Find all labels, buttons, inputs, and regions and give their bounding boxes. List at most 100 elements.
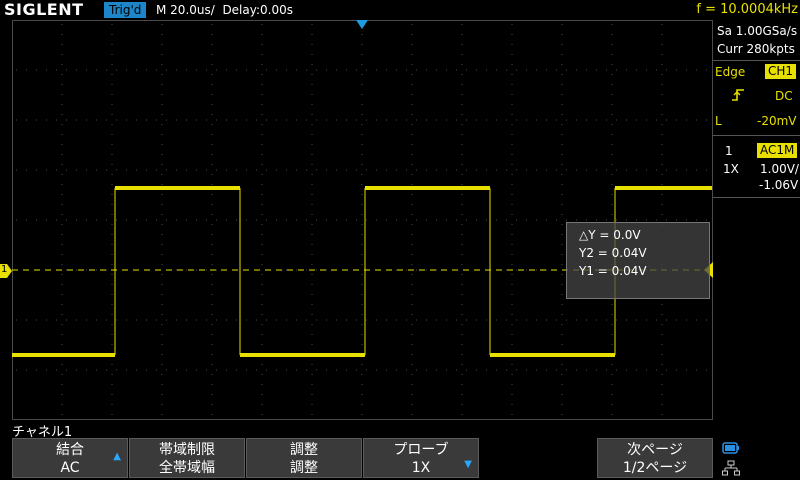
grid-dot — [511, 284, 513, 285]
adjust-button[interactable]: 調整 調整 — [246, 438, 362, 478]
grid-dot — [361, 344, 363, 345]
grid-dot — [106, 219, 107, 221]
grid-dot — [96, 219, 97, 221]
grid-dot — [361, 84, 363, 85]
grid-dot — [411, 194, 413, 195]
grid-dot — [361, 264, 363, 265]
grid-dot — [461, 64, 463, 65]
grid-dot — [576, 69, 577, 71]
timebase-readout[interactable]: M 20.0us/ Delay:0.00s — [156, 0, 293, 20]
grid-dot — [311, 264, 313, 265]
grid-dot — [211, 34, 213, 35]
grid-dot — [61, 24, 63, 25]
cursor-y1: Y1 = 0.04V — [579, 264, 647, 278]
grid-dot — [266, 369, 267, 371]
grid-dot — [361, 134, 363, 135]
grid-dot — [656, 319, 657, 321]
divider — [713, 60, 800, 61]
grid-dot — [61, 344, 63, 345]
grid-dot — [56, 169, 57, 171]
grid-dot — [461, 254, 463, 255]
grid-dot — [61, 154, 63, 155]
grid-dot — [161, 24, 163, 25]
grid-dot — [506, 169, 507, 171]
grid-dot — [411, 164, 413, 165]
grid-dot — [126, 119, 127, 121]
grid-dot — [461, 384, 463, 385]
grid-dot — [211, 134, 213, 135]
grid-dot — [536, 69, 537, 71]
arrow-up-icon: ▲ — [113, 451, 121, 462]
grid-dot — [111, 174, 113, 175]
grid-dot — [461, 364, 463, 365]
grid-dot — [661, 204, 663, 205]
grid-dot — [436, 69, 437, 71]
grid-dot — [646, 119, 647, 121]
top-status-bar: SIGLENT Trig'd M 20.0us/ Delay:0.00s f =… — [0, 0, 800, 20]
grid-dot — [111, 54, 113, 55]
grid-dot — [511, 104, 513, 105]
coupling-button[interactable]: 結合 AC ▲ — [12, 438, 128, 478]
grid-dot — [111, 134, 113, 135]
grid-dot — [261, 44, 263, 45]
grid-dot — [261, 344, 263, 345]
grid-dot — [561, 324, 563, 325]
grid-dot — [656, 219, 657, 221]
ch1-offset-marker[interactable]: 1 — [0, 263, 12, 278]
grid-dot — [61, 284, 63, 285]
grid-dot — [561, 244, 563, 245]
grid-dot — [361, 144, 363, 145]
grid-dot — [161, 234, 163, 235]
grid-dot — [61, 244, 63, 245]
grid-dot — [436, 269, 437, 271]
grid-dot — [426, 269, 427, 271]
grid-dot — [246, 69, 247, 71]
grid-dot — [676, 369, 677, 371]
grid-dot — [246, 319, 247, 321]
grid-dot — [261, 54, 263, 55]
grid-dot — [261, 24, 263, 25]
grid-dot — [196, 269, 197, 271]
grid-dot — [476, 169, 477, 171]
grid-dot — [211, 354, 213, 355]
grid-dot — [661, 24, 663, 25]
grid-dot — [156, 219, 157, 221]
grid-dot — [411, 94, 413, 95]
grid-dot — [276, 69, 277, 71]
grid-dot — [446, 369, 447, 371]
grid-dot — [366, 169, 367, 171]
grid-dot — [161, 244, 163, 245]
grid-dot — [456, 319, 457, 321]
grid-dot — [616, 219, 617, 221]
grid-dot — [436, 319, 437, 321]
grid-dot — [306, 69, 307, 71]
grid-dot — [86, 69, 87, 71]
grid-dot — [76, 319, 77, 321]
grid-dot — [606, 319, 607, 321]
grid-dot — [111, 144, 113, 145]
waveform-display[interactable] — [12, 20, 713, 420]
grid-dot — [266, 219, 267, 221]
grid-dot — [386, 119, 387, 121]
grid-dot — [336, 69, 337, 71]
grid-dot — [461, 114, 463, 115]
grid-dot — [616, 169, 617, 171]
grid-dot — [26, 169, 27, 171]
grid-dot — [696, 69, 697, 71]
grid-dot — [576, 319, 577, 321]
grid-dot — [111, 234, 113, 235]
grid-dot — [661, 64, 663, 65]
grid-dot — [306, 119, 307, 121]
grid-dot — [661, 94, 663, 95]
grid-dot — [236, 319, 237, 321]
grid-dot — [161, 54, 163, 55]
grid-dot — [561, 304, 563, 305]
grid-dot — [311, 104, 313, 105]
grid-dot — [361, 164, 363, 165]
grid-dot — [46, 169, 47, 171]
bandwidth-limit-button[interactable]: 帯域制限 全帯域幅 — [129, 438, 245, 478]
grid-dot — [316, 169, 317, 171]
next-page-button[interactable]: 次ページ 1/2ページ — [597, 438, 713, 478]
grid-dot — [611, 374, 613, 375]
probe-button[interactable]: プローブ 1X ▼ — [363, 438, 479, 478]
